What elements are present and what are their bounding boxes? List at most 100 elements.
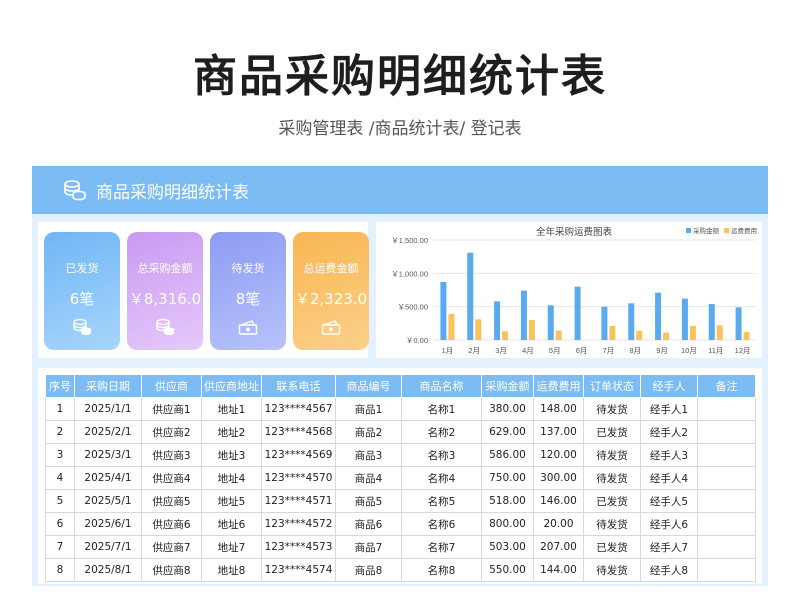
bar-freight: [609, 326, 616, 340]
table-cell: 2025/4/1: [74, 466, 142, 490]
stat-card-label: 总运费金额: [303, 262, 359, 275]
table-cell: 2025/1/1: [74, 397, 142, 421]
y-tick-label: ￥1,500.00: [391, 236, 428, 245]
table-cell: 待发货: [583, 466, 641, 490]
table-cell: 名称3: [401, 443, 482, 467]
table-cell: 300.00: [533, 466, 584, 490]
table-cell: 经手人1: [640, 397, 698, 421]
column-header: 采购日期: [74, 374, 142, 398]
table-cell: 待发货: [583, 558, 641, 582]
table-cell: 137.00: [533, 420, 584, 444]
y-tick-label: ￥1,000.00: [391, 269, 428, 278]
coins-icon: [73, 318, 92, 335]
table-cell: 148.00: [533, 397, 584, 421]
bar-freight: [475, 319, 482, 340]
table-cell: 供应商4: [141, 466, 202, 490]
table-cell: 518.00: [481, 489, 534, 513]
table-row: 2 2025/2/1 供应商2 地址2 123****4568 商品2 名称2 629.00 1…: [45, 420, 756, 444]
table-cell: 经手人8: [640, 558, 698, 582]
money-bill-icon: [238, 320, 258, 335]
column-header: 序号: [45, 374, 75, 398]
table-cell: 地址3: [201, 443, 262, 467]
column-header: 商品名称: [401, 374, 482, 398]
table-cell: 经手人4: [640, 466, 698, 490]
x-tick-label: 12月: [735, 346, 751, 355]
table-cell: 4: [45, 466, 75, 490]
table-cell: 经手人7: [640, 535, 698, 559]
column-header: 供应商地址: [201, 374, 262, 398]
x-tick-label: 10月: [681, 346, 697, 355]
table-cell: 待发货: [583, 443, 641, 467]
table-cell: 商品2: [335, 420, 402, 444]
stat-card-total-purchase: 总采购金额 ￥8,316.0: [127, 232, 203, 350]
report-panel: 商品采购明细统计表 已发货 6笔 总采购金额 ￥8,316.0 待发货 8笔 总…: [32, 166, 768, 586]
table-cell: 名称4: [401, 466, 482, 490]
table-cell: 550.00: [481, 558, 534, 582]
bar-purchase: [547, 305, 554, 340]
table-cell: [697, 397, 756, 421]
page-subtitle: 采购管理表 /商品统计表/ 登记表: [278, 119, 522, 139]
table-cell: 2025/3/1: [74, 443, 142, 467]
freight-chart: 全年采购运费图表 ￥1,500.00 ￥1,000.00 ￥500.00 ￥0.00 1月…: [376, 222, 762, 358]
coins-icon: [156, 318, 175, 335]
stat-card-shipped: 已发货 6笔: [44, 232, 120, 350]
money-bill-icon: [321, 320, 341, 335]
table-cell: 2025/2/1: [74, 420, 142, 444]
bar-purchase: [628, 303, 635, 340]
table-cell: 123****4567: [261, 397, 336, 421]
table-cell: 146.00: [533, 489, 584, 513]
bar-freight: [663, 332, 670, 340]
bar-freight: [689, 326, 696, 340]
table-cell: 地址6: [201, 512, 262, 536]
table-cell: 地址2: [201, 420, 262, 444]
bar-freight: [716, 325, 723, 340]
table-cell: 123****4568: [261, 420, 336, 444]
table-cell: 地址4: [201, 466, 262, 490]
purchase-table: 序号 采购日期 供应商 供应商地址 联系电话 商品编号 商品名称 采购金额 运费费用 订单状态 经手…: [45, 374, 756, 582]
table-cell: 供应商3: [141, 443, 202, 467]
table-cell: 120.00: [533, 443, 584, 467]
table-cell: 经手人3: [640, 443, 698, 467]
table-row: 8 2025/8/1 供应商8 地址8 123****4574 商品8 名称8 550.00 1…: [45, 558, 756, 582]
bar-freight: [636, 330, 643, 340]
x-tick-label: 11月: [708, 346, 723, 355]
bar-freight: [502, 331, 509, 340]
bar-freight: [555, 330, 562, 340]
table-cell: 503.00: [481, 535, 534, 559]
table-cell: 8: [45, 558, 75, 582]
bar-chart: 全年采购运费图表 ￥1,500.00 ￥1,000.00 ￥500.00 ￥0.00 1月…: [391, 226, 757, 355]
table-cell: 629.00: [481, 420, 534, 444]
table-cell: 已发货: [583, 420, 641, 444]
bar-freight: [743, 332, 750, 340]
table-cell: 地址8: [201, 558, 262, 582]
bar-purchase: [467, 252, 474, 340]
column-header: 采购金额: [481, 374, 534, 398]
table-row: 6 2025/6/1 供应商6 地址6 123****4572 商品6 名称6 800.00 2…: [45, 512, 756, 536]
panel-header: 商品采购明细统计表: [32, 166, 768, 214]
table-cell: 商品7: [335, 535, 402, 559]
table-cell: 144.00: [533, 558, 584, 582]
table-cell: 商品5: [335, 489, 402, 513]
stat-card-total-freight: 总运费金额 ￥2,323.0: [293, 232, 369, 350]
table-cell: 名称2: [401, 420, 482, 444]
table-cell: 经手人5: [640, 489, 698, 513]
table-row: 5 2025/5/1 供应商5 地址5 123****4571 商品5 名称5 518.00 1…: [45, 489, 756, 513]
table-cell: 经手人6: [640, 512, 698, 536]
bar-purchase: [520, 290, 527, 340]
table-cell: 123****4574: [261, 558, 336, 582]
column-header: 供应商: [141, 374, 202, 398]
table-cell: 商品3: [335, 443, 402, 467]
page-title: 商品采购明细统计表: [193, 51, 607, 102]
x-tick-label: 1月: [442, 346, 454, 355]
table-cell: 已发货: [583, 535, 641, 559]
bar-purchase: [681, 298, 688, 340]
bar-purchase: [494, 301, 501, 340]
column-header: 备注: [697, 374, 756, 398]
column-header: 运费费用: [533, 374, 584, 398]
bar-purchase: [708, 304, 715, 340]
table-cell: [697, 489, 756, 513]
stat-card-value: ￥2,323.0: [294, 290, 368, 308]
column-header: 经手人: [640, 374, 698, 398]
table-cell: 123****4572: [261, 512, 336, 536]
bar-purchase: [574, 286, 581, 340]
